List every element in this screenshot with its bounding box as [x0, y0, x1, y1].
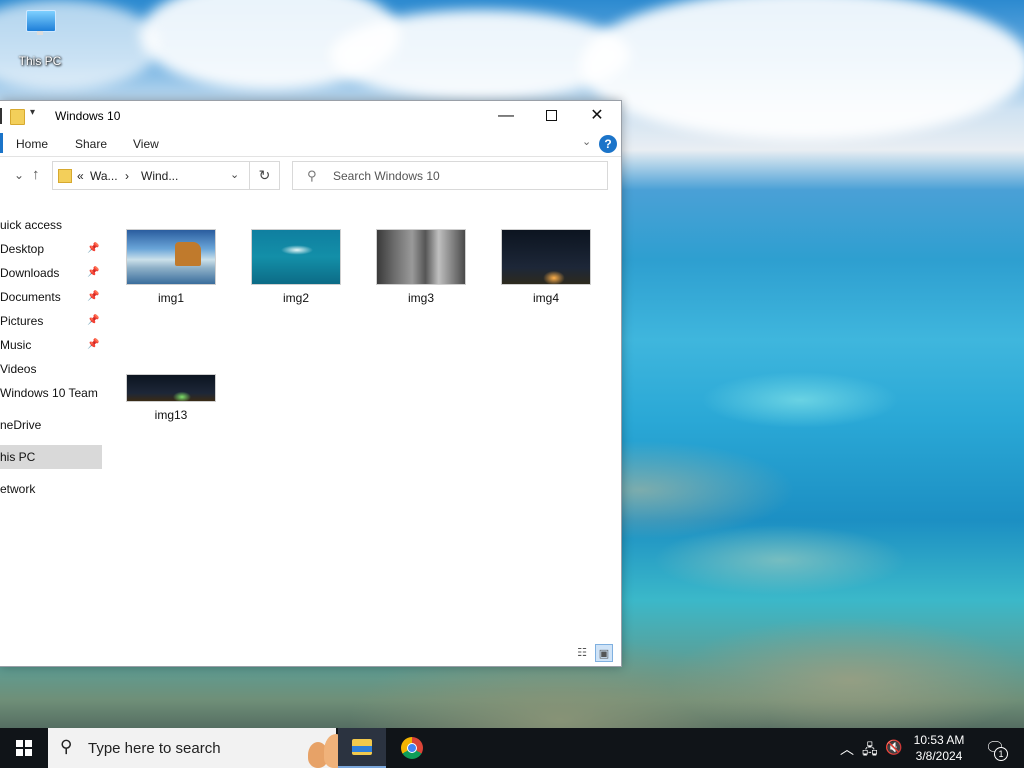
sidebar-item-label: Pictures: [0, 314, 44, 328]
file-name: img1: [157, 291, 184, 305]
desktop-icon-label: This PC: [18, 54, 62, 68]
image-thumbnail: [126, 374, 216, 402]
title-bar[interactable]: ▾ Windows 10 — ✕: [0, 101, 621, 131]
file-name: img2: [282, 291, 309, 305]
sidebar-item-label: etwork: [0, 482, 36, 496]
details-view-icon[interactable]: ☷: [573, 644, 591, 662]
large-icons-view-icon[interactable]: ▣: [595, 644, 613, 662]
sidebar-item[interactable]: his PC: [0, 445, 102, 469]
sidebar-item[interactable]: Downloads 📌: [0, 261, 102, 285]
computer-icon: [24, 10, 56, 36]
sidebar-item-label: Windows 10 Team: [0, 386, 98, 400]
cloud: [580, 0, 1024, 140]
search-icon: ⚲: [307, 168, 317, 183]
windows-logo-icon: [16, 740, 32, 756]
folder-icon: [10, 109, 25, 125]
file-item[interactable]: img2: [241, 229, 351, 305]
image-thumbnail: [501, 229, 591, 285]
breadcrumb-current[interactable]: Wind...: [141, 169, 178, 183]
taskbar-search-box[interactable]: ⚲ Type here to search: [48, 728, 382, 768]
file-explorer-icon: [352, 739, 372, 755]
pin-icon[interactable]: 📌: [87, 333, 99, 357]
breadcrumb-overflow[interactable]: «: [77, 169, 84, 183]
navigation-bar: ⌄ ↑ « Wa... › Wind... ⌄ ↻ ⚲: [0, 159, 621, 193]
clock[interactable]: 10:53 AM 3/8/2024: [904, 732, 974, 764]
file-item[interactable]: img3: [366, 229, 476, 305]
taskbar: ⚲ Type here to search ︿ 🖧 🔇 10:53 AM 3/8…: [0, 728, 1024, 768]
sidebar-item-label: Desktop: [0, 242, 45, 256]
sidebar-item-label: Downloads: [0, 266, 60, 280]
breadcrumb-separator[interactable]: ›: [125, 169, 129, 183]
sidebar-item[interactable]: uick access: [0, 213, 102, 237]
expand-ribbon-icon[interactable]: ⌄: [582, 135, 591, 148]
clock-date: 3/8/2024: [915, 749, 963, 763]
network-icon[interactable]: 🖧: [862, 739, 878, 763]
window-title: Windows 10: [55, 109, 121, 123]
file-explorer-window: ▾ Windows 10 — ✕ Home Share View ⌄ ? ⌄ ↑…: [0, 100, 622, 667]
tab-share[interactable]: Share: [75, 137, 107, 151]
taskbar-chrome[interactable]: [388, 728, 436, 768]
sidebar-item[interactable]: Documents 📌: [0, 285, 102, 309]
clock-time: 10:53 AM: [913, 733, 965, 747]
quick-access-toolbar-dropdown-icon[interactable]: ▾: [30, 107, 35, 118]
desktop-icon-this-pc[interactable]: This PC: [14, 10, 66, 68]
image-thumbnail: [126, 229, 216, 285]
sidebar-item[interactable]: Desktop 📌: [0, 237, 102, 261]
file-tab-accent[interactable]: [0, 133, 3, 153]
search-icon: ⚲: [60, 737, 73, 756]
tab-home[interactable]: Home: [16, 137, 48, 151]
ribbon: Home Share View ⌄ ?: [0, 131, 621, 157]
tab-view[interactable]: View: [133, 137, 159, 151]
file-item[interactable]: img4: [491, 229, 601, 305]
maximize-button[interactable]: [528, 101, 574, 131]
taskbar-search-placeholder: Type here to search: [88, 740, 221, 757]
close-button[interactable]: ✕: [574, 101, 620, 131]
sidebar-item-label: his PC: [0, 450, 36, 464]
sidebar-item-label: Videos: [0, 362, 37, 376]
help-icon[interactable]: ?: [599, 135, 617, 153]
chrome-icon: [401, 737, 423, 759]
file-list: img1 img2 img3 img4 img13: [110, 213, 615, 633]
sidebar-item[interactable]: neDrive: [0, 413, 102, 437]
up-arrow-icon[interactable]: ↑: [32, 166, 40, 183]
sidebar-item-label: neDrive: [0, 418, 42, 432]
file-name: img3: [407, 291, 434, 305]
search-box[interactable]: ⚲: [292, 161, 608, 190]
sidebar-item-label: uick access: [0, 218, 63, 232]
search-input[interactable]: [331, 166, 595, 186]
recent-locations-chevron-icon[interactable]: ⌄: [14, 168, 24, 182]
volume-muted-icon[interactable]: 🔇: [885, 739, 902, 756]
image-thumbnail: [376, 229, 466, 285]
file-name: img4: [532, 291, 559, 305]
title-bar-divider: [0, 108, 2, 124]
sidebar-item[interactable]: Videos: [0, 357, 102, 381]
address-dropdown-icon[interactable]: ⌄: [230, 168, 239, 181]
pin-icon[interactable]: 📌: [87, 237, 99, 261]
file-item[interactable]: img13: [116, 374, 226, 422]
maximize-icon: [545, 110, 557, 122]
pin-icon[interactable]: 📌: [87, 309, 99, 333]
show-hidden-icons-chevron-icon[interactable]: ︿: [840, 739, 854, 759]
image-thumbnail: [251, 229, 341, 285]
minimize-button[interactable]: —: [483, 101, 529, 131]
pin-icon[interactable]: 📌: [87, 285, 99, 309]
refresh-button[interactable]: ↻: [249, 161, 280, 190]
taskbar-file-explorer[interactable]: [338, 728, 386, 768]
file-name: img13: [154, 408, 188, 422]
sidebar-item[interactable]: Windows 10 Team: [0, 381, 102, 405]
pin-icon[interactable]: 📌: [87, 261, 99, 285]
sidebar-item[interactable]: Pictures 📌: [0, 309, 102, 333]
notification-count-badge: 1: [994, 747, 1008, 761]
sidebar-item-label: Documents: [0, 290, 61, 304]
sidebar-item[interactable]: etwork: [0, 477, 102, 501]
sidebar-item[interactable]: Music 📌: [0, 333, 102, 357]
address-bar[interactable]: « Wa... › Wind... ⌄: [52, 161, 250, 190]
sidebar-item-label: Music: [0, 338, 32, 352]
folder-icon: [58, 169, 72, 183]
breadcrumb-parent[interactable]: Wa...: [90, 169, 118, 183]
file-item[interactable]: img1: [116, 229, 226, 305]
start-button[interactable]: [0, 728, 48, 768]
